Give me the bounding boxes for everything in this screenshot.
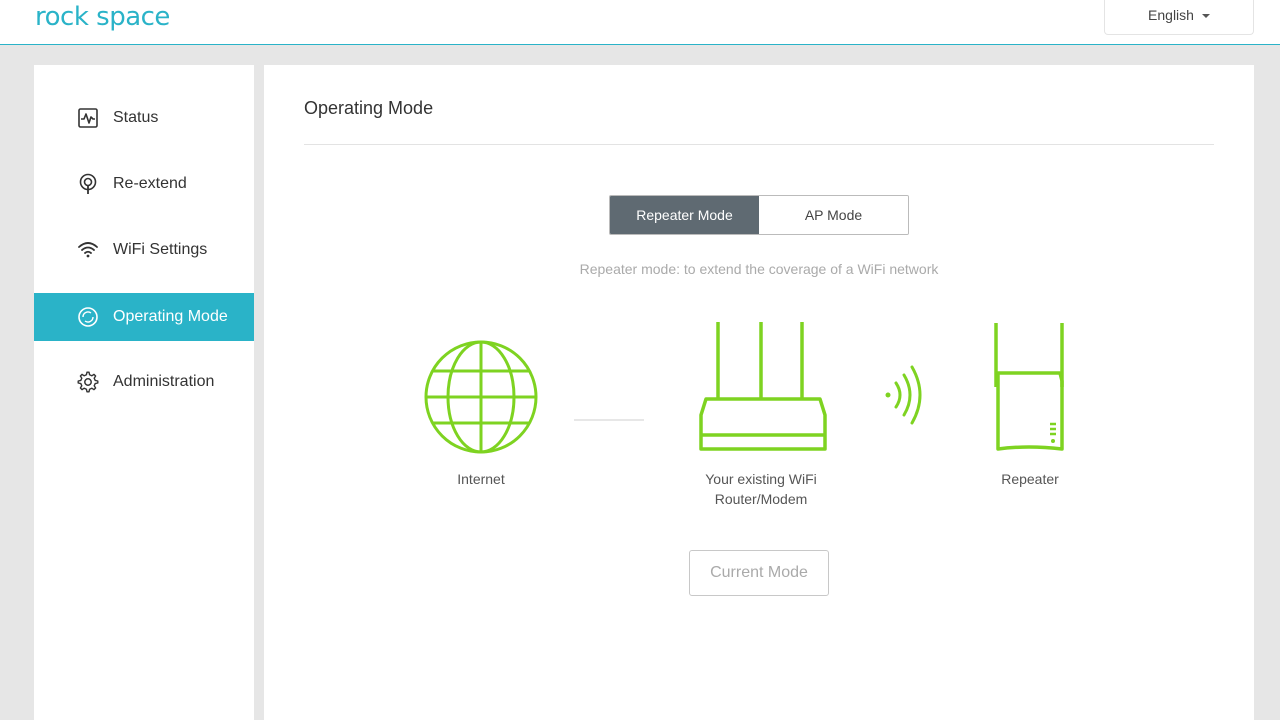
gear-icon — [77, 371, 99, 393]
ap-mode-button[interactable]: AP Mode — [759, 196, 908, 234]
page-title: Operating Mode — [304, 98, 434, 118]
mode-description: Repeater mode: to extend the coverage of… — [579, 261, 939, 277]
main-panel: Operating Mode Repeater Mode AP Mode Rep… — [264, 65, 1254, 720]
sidebar-item-re-extend[interactable]: Re-extend — [34, 160, 254, 208]
pulse-icon — [77, 107, 99, 129]
sidebar-item-label: Status — [113, 109, 159, 126]
title-divider — [304, 144, 1214, 145]
router-label-line2: Router/Modem — [714, 491, 808, 507]
mode-icon — [77, 306, 99, 328]
sidebar: Status Re-extend WiFi Settings Operating… — [34, 65, 254, 720]
sidebar-item-status[interactable]: Status — [34, 94, 254, 142]
router-label-line1: Your existing WiFi — [705, 471, 817, 487]
sidebar-item-label: Re-extend — [113, 175, 187, 192]
sidebar-item-wifi-settings[interactable]: WiFi Settings — [34, 226, 254, 274]
antenna-icon — [77, 173, 99, 195]
sidebar-item-label: WiFi Settings — [113, 241, 208, 258]
wifi-icon — [77, 239, 99, 261]
repeater-icon — [994, 323, 1064, 451]
top-header: rock space English — [0, 0, 1280, 45]
router-label: Your existing WiFi Router/Modem — [681, 469, 841, 509]
sidebar-item-label: Operating Mode — [113, 308, 228, 325]
sidebar-item-administration[interactable]: Administration — [34, 358, 254, 406]
mode-toggle: Repeater Mode AP Mode — [609, 195, 909, 235]
sidebar-item-label: Administration — [113, 373, 215, 390]
brand-logo: rock space — [35, 2, 170, 32]
language-label: English — [1148, 6, 1194, 23]
language-selector[interactable]: English — [1104, 0, 1254, 35]
globe-icon — [424, 340, 538, 454]
internet-label: Internet — [457, 471, 505, 487]
wifi-signal-icon — [885, 365, 922, 425]
current-mode-button[interactable]: Current Mode — [689, 550, 829, 596]
repeater-mode-button[interactable]: Repeater Mode — [610, 196, 759, 234]
repeater-label: Repeater — [1001, 471, 1059, 487]
caret-down-icon — [1201, 13, 1210, 18]
sidebar-item-operating-mode[interactable]: Operating Mode — [34, 293, 254, 341]
router-icon — [699, 322, 827, 451]
